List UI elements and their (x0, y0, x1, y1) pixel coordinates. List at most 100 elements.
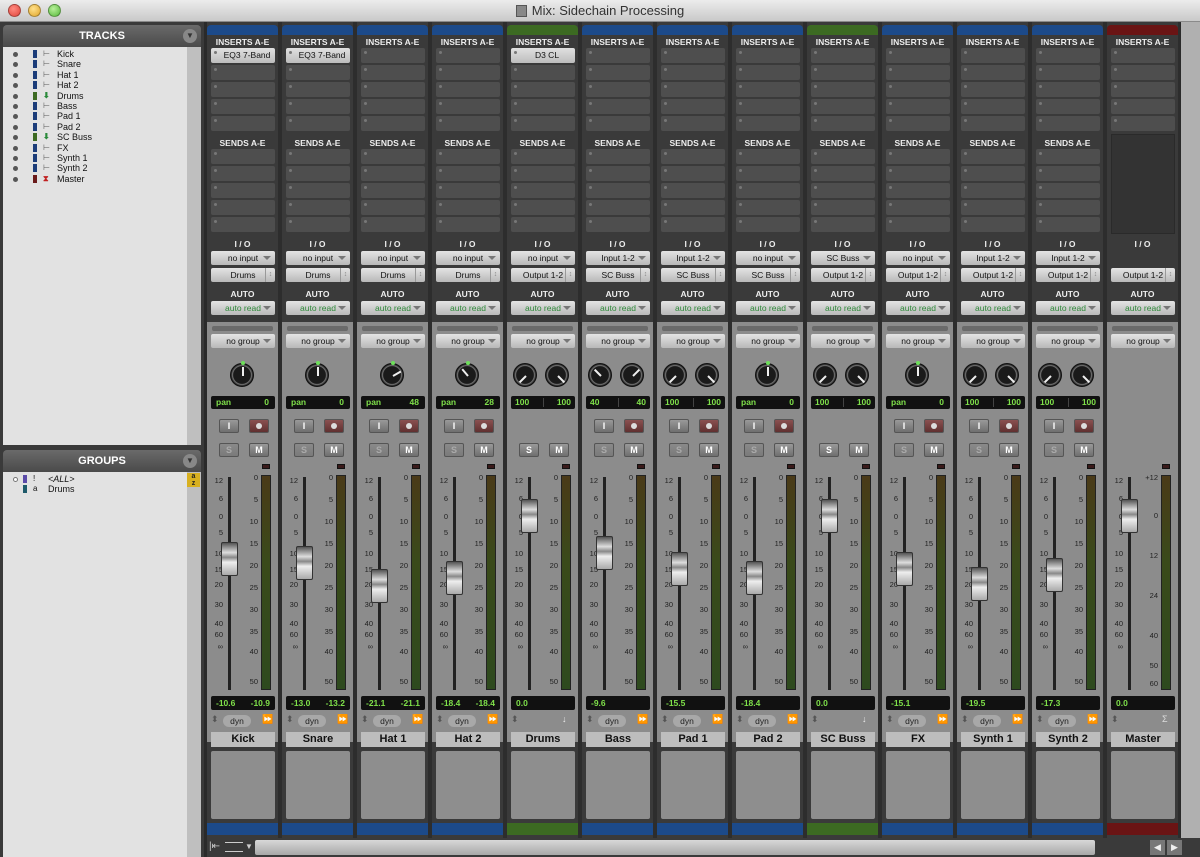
show-hide-dot-icon[interactable] (13, 135, 18, 141)
pan-readout[interactable]: pan 48 (361, 396, 425, 409)
show-hide-dot-icon[interactable] (13, 176, 18, 182)
insert-slot[interactable] (1036, 65, 1100, 80)
insert-slot[interactable] (661, 99, 725, 114)
comments-field[interactable] (886, 751, 950, 819)
send-slot[interactable] (661, 183, 725, 198)
pan-right-knob[interactable] (695, 363, 719, 387)
send-slot[interactable] (886, 166, 950, 181)
insert-slot[interactable] (661, 48, 725, 63)
insert-slot[interactable] (586, 65, 650, 80)
automation-mode-selector[interactable]: auto read (511, 301, 575, 315)
pan-knob[interactable] (755, 361, 779, 387)
insert-slot[interactable] (811, 48, 875, 63)
send-slot[interactable] (886, 217, 950, 232)
insert-slot[interactable] (811, 99, 875, 114)
record-enable-button[interactable] (249, 419, 269, 433)
output-stepper-icon[interactable]: ↕ (265, 268, 275, 282)
send-slot[interactable] (511, 149, 575, 164)
mute-button[interactable]: M (849, 443, 869, 457)
insert-slot[interactable] (961, 65, 1025, 80)
insert-slot[interactable] (886, 82, 950, 97)
send-slot[interactable] (886, 200, 950, 215)
insert-slot[interactable] (961, 48, 1025, 63)
send-slot[interactable] (211, 149, 275, 164)
insert-slot[interactable] (661, 65, 725, 80)
record-enable-button[interactable] (924, 419, 944, 433)
dyn-button[interactable]: dyn (373, 715, 401, 727)
vertical-scrollbar[interactable] (1181, 22, 1200, 838)
send-slot[interactable] (661, 200, 725, 215)
pan-left-knob[interactable] (813, 363, 837, 387)
scroll-right-button[interactable]: ▶ (1167, 840, 1182, 855)
insert-slot[interactable] (511, 65, 575, 80)
clip-indicator[interactable] (1162, 464, 1170, 469)
dyn-button[interactable]: dyn (748, 715, 776, 727)
track-name-button[interactable]: Synth 1 (961, 732, 1025, 747)
dyn-button[interactable]: dyn (973, 715, 1001, 727)
clip-indicator[interactable] (787, 464, 795, 469)
track-list-item[interactable]: ⊢ Synth 1 (3, 153, 201, 163)
pan-right-knob[interactable] (545, 363, 569, 387)
automation-mode-selector[interactable]: auto read (361, 301, 425, 315)
send-slot[interactable] (961, 200, 1025, 215)
send-slot[interactable] (1036, 217, 1100, 232)
output-stepper-icon[interactable]: ↕ (340, 268, 350, 282)
track-name-button[interactable]: Hat 2 (436, 732, 500, 747)
output-stepper-icon[interactable]: ↕ (865, 268, 875, 282)
send-slot[interactable] (886, 149, 950, 164)
elastic-audio-icon[interactable]: ⏩ (712, 714, 723, 725)
send-slot[interactable] (886, 183, 950, 198)
insert-slot[interactable] (286, 65, 350, 80)
automation-mode-selector[interactable]: auto read (661, 301, 725, 315)
elastic-audio-icon[interactable]: ⏩ (1087, 714, 1098, 725)
insert-slot[interactable] (736, 82, 800, 97)
volume-fader[interactable] (971, 567, 988, 601)
insert-slot[interactable] (361, 99, 425, 114)
send-slot[interactable] (1036, 149, 1100, 164)
send-slot[interactable] (736, 166, 800, 181)
pan-readout[interactable]: pan 0 (211, 396, 275, 409)
show-hide-dot-icon[interactable] (13, 83, 18, 89)
comments-field[interactable] (586, 751, 650, 819)
dyn-button[interactable]: dyn (673, 715, 701, 727)
group-selector[interactable]: no group (286, 334, 350, 348)
pan-left-knob[interactable] (1038, 363, 1062, 387)
input-monitor-button[interactable]: I (669, 419, 689, 433)
send-slot[interactable] (661, 217, 725, 232)
send-slot[interactable] (211, 217, 275, 232)
track-height-stepper-icon[interactable]: ⬍ (811, 714, 819, 725)
insert-slot[interactable] (661, 82, 725, 97)
send-slot[interactable] (361, 200, 425, 215)
automation-mode-selector[interactable]: auto read (1111, 301, 1175, 315)
track-list-item[interactable]: ⬇ SC Buss (3, 132, 201, 142)
group-list-item[interactable]: ! <ALL> (3, 474, 201, 484)
volume-fader[interactable] (896, 552, 913, 586)
stereo-pan-readout[interactable]: 100 100 (511, 396, 575, 409)
elastic-audio-icon[interactable]: ⏩ (787, 714, 798, 725)
show-hide-dot-icon[interactable] (13, 124, 18, 130)
volume-fader[interactable] (671, 552, 688, 586)
input-monitor-button[interactable]: I (294, 419, 314, 433)
send-slot[interactable] (511, 217, 575, 232)
volume-readout[interactable]: 0.0 (811, 696, 875, 710)
send-slot[interactable] (811, 217, 875, 232)
volume-readout[interactable]: -17.3 (1036, 696, 1100, 710)
solo-button[interactable]: S (519, 443, 539, 457)
send-slot[interactable] (511, 183, 575, 198)
output-stepper-icon[interactable]: ↕ (1015, 268, 1025, 282)
output-selector[interactable]: Output 1-2 ↕ (961, 268, 1025, 282)
send-slot[interactable] (961, 217, 1025, 232)
group-active-dot-icon[interactable] (13, 477, 18, 482)
send-slot[interactable] (211, 166, 275, 181)
dyn-button[interactable]: dyn (898, 715, 926, 727)
group-selector[interactable]: no group (361, 334, 425, 348)
insert-slot[interactable] (736, 48, 800, 63)
show-hide-dot-icon[interactable] (13, 93, 18, 99)
show-hide-dot-icon[interactable] (13, 62, 18, 68)
send-slot[interactable] (286, 166, 350, 181)
solo-button[interactable]: S (669, 443, 689, 457)
record-enable-button[interactable] (699, 419, 719, 433)
send-slot[interactable] (736, 200, 800, 215)
stereo-pan-readout[interactable]: 40 40 (586, 396, 650, 409)
insert-slot[interactable] (736, 116, 800, 131)
